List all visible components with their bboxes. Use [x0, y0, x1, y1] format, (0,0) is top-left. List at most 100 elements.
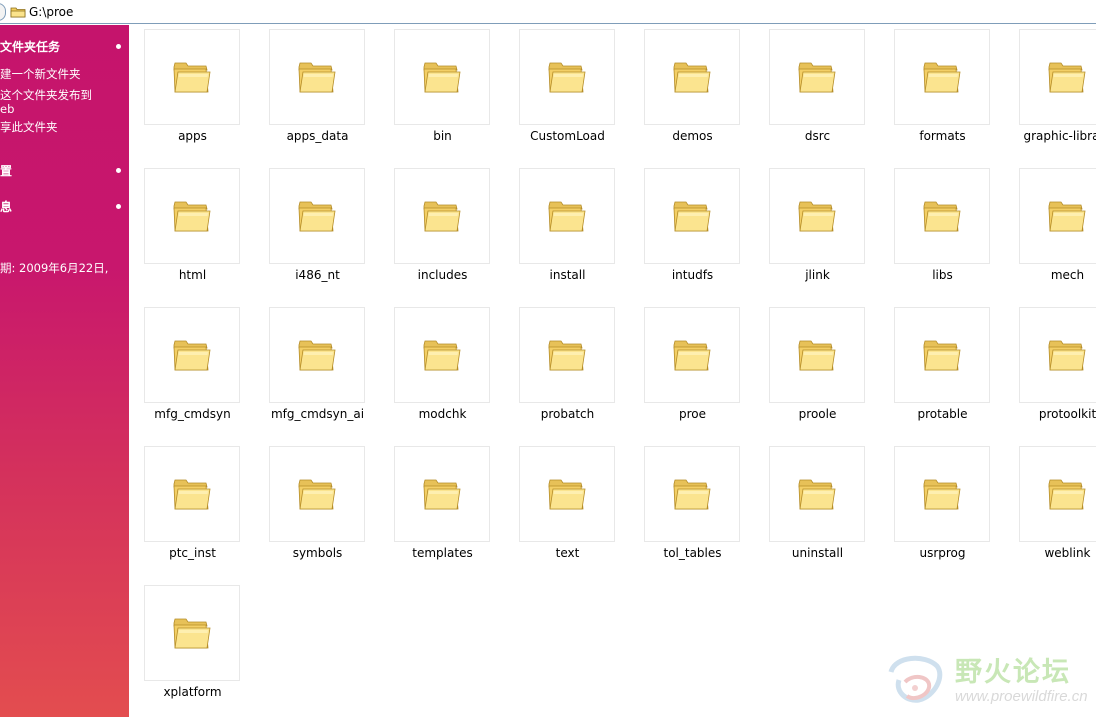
- folder-item[interactable]: text: [505, 442, 630, 572]
- folder-thumbnail[interactable]: [269, 29, 365, 125]
- folder-label: graphic-library: [1023, 129, 1096, 143]
- folder-item[interactable]: CustomLoad: [505, 25, 630, 155]
- folder-label: proole: [798, 407, 837, 421]
- folder-thumbnail[interactable]: [894, 446, 990, 542]
- folder-thumbnail[interactable]: [394, 29, 490, 125]
- folder-label: mech: [1050, 268, 1085, 282]
- folder-thumbnail[interactable]: [894, 168, 990, 264]
- collapse-icon[interactable]: [116, 44, 121, 49]
- folder-thumbnail[interactable]: [394, 168, 490, 264]
- folder-thumbnail[interactable]: [644, 29, 740, 125]
- folder-thumbnail[interactable]: [644, 168, 740, 264]
- folder-thumbnail[interactable]: [769, 446, 865, 542]
- folder-item[interactable]: protable: [880, 303, 1005, 433]
- folder-item[interactable]: proe: [630, 303, 755, 433]
- folder-icon: [923, 340, 961, 371]
- folder-item[interactable]: jlink: [755, 164, 880, 294]
- folder-thumbnail[interactable]: [144, 29, 240, 125]
- folder-label: probatch: [540, 407, 595, 421]
- folder-item[interactable]: html: [130, 164, 255, 294]
- watermark-url: www.proewildfire.cn: [955, 688, 1088, 705]
- folder-icon: [673, 340, 711, 371]
- folder-thumbnail[interactable]: [894, 307, 990, 403]
- folder-item[interactable]: apps_data: [255, 25, 380, 155]
- folder-item[interactable]: bin: [380, 25, 505, 155]
- folder-item[interactable]: symbols: [255, 442, 380, 572]
- expand-icon[interactable]: [116, 168, 121, 173]
- other-places-header[interactable]: 置: [0, 163, 12, 179]
- folder-icon: [673, 62, 711, 93]
- expand-icon[interactable]: [116, 204, 121, 209]
- folder-item[interactable]: i486_nt: [255, 164, 380, 294]
- folder-item[interactable]: xplatform: [130, 581, 255, 711]
- folder-item[interactable]: weblink: [1005, 442, 1096, 572]
- task-share-folder[interactable]: 享此文件夹: [0, 120, 58, 134]
- task-pane: 文件夹任务 建一个新文件夹 这个文件夹发布到 eb 享此文件夹 置 息 期: 2…: [0, 25, 129, 717]
- folder-item[interactable]: includes: [380, 164, 505, 294]
- folder-item[interactable]: mfg_cmdsyn: [130, 303, 255, 433]
- folder-label: tol_tables: [663, 546, 722, 560]
- folder-label: bin: [433, 129, 452, 143]
- folder-label: xplatform: [163, 685, 222, 699]
- folder-item[interactable]: probatch: [505, 303, 630, 433]
- folder-item[interactable]: mech: [1005, 164, 1096, 294]
- folder-item[interactable]: install: [505, 164, 630, 294]
- folder-thumbnail[interactable]: [394, 307, 490, 403]
- folder-thumbnail[interactable]: [269, 446, 365, 542]
- folder-item[interactable]: tol_tables: [630, 442, 755, 572]
- folder-icon: [298, 62, 336, 93]
- folder-item[interactable]: usrprog: [880, 442, 1005, 572]
- folder-thumbnail[interactable]: [769, 168, 865, 264]
- folder-item[interactable]: apps: [130, 25, 255, 155]
- folder-item[interactable]: intudfs: [630, 164, 755, 294]
- folder-thumbnail[interactable]: [1019, 168, 1096, 264]
- folder-item[interactable]: templates: [380, 442, 505, 572]
- details-header[interactable]: 息: [0, 199, 12, 215]
- folder-label: CustomLoad: [530, 129, 605, 143]
- file-tasks-header[interactable]: 文件夹任务: [0, 39, 60, 55]
- back-button[interactable]: [0, 3, 6, 21]
- folder-thumbnail[interactable]: [644, 307, 740, 403]
- folder-thumbnail[interactable]: [1019, 307, 1096, 403]
- folder-item[interactable]: libs: [880, 164, 1005, 294]
- folder-thumbnail[interactable]: [1019, 29, 1096, 125]
- folder-item[interactable]: dsrc: [755, 25, 880, 155]
- folder-thumbnail[interactable]: [1019, 446, 1096, 542]
- address-path[interactable]: G:\proe: [29, 5, 73, 19]
- folder-thumbnail[interactable]: [144, 585, 240, 681]
- folder-thumbnail[interactable]: [519, 446, 615, 542]
- folder-thumbnail[interactable]: [894, 29, 990, 125]
- folder-item[interactable]: modchk: [380, 303, 505, 433]
- folder-icon: [548, 62, 586, 93]
- folder-item[interactable]: ptc_inst: [130, 442, 255, 572]
- folder-thumbnail[interactable]: [519, 307, 615, 403]
- folder-item[interactable]: protoolkit: [1005, 303, 1096, 433]
- folder-item[interactable]: uninstall: [755, 442, 880, 572]
- folder-icon: [923, 62, 961, 93]
- folder-thumbnail[interactable]: [394, 446, 490, 542]
- task-new-folder[interactable]: 建一个新文件夹: [0, 67, 81, 81]
- task-publish-web-cont[interactable]: eb: [0, 102, 14, 116]
- folder-thumbnail[interactable]: [519, 168, 615, 264]
- task-publish-web[interactable]: 这个文件夹发布到: [0, 88, 92, 102]
- folder-item[interactable]: mfg_cmdsyn_ai: [255, 303, 380, 433]
- address-bar[interactable]: G:\proe: [0, 0, 1096, 24]
- folder-thumbnail[interactable]: [644, 446, 740, 542]
- folder-thumbnail[interactable]: [519, 29, 615, 125]
- folder-item[interactable]: graphic-library: [1005, 25, 1096, 155]
- folder-thumbnail[interactable]: [144, 168, 240, 264]
- folder-icon: [798, 479, 836, 510]
- folder-label: html: [178, 268, 207, 282]
- folder-thumbnail[interactable]: [269, 307, 365, 403]
- folder-thumbnail[interactable]: [269, 168, 365, 264]
- folder-view[interactable]: apps apps_data bin CustomLoad demos dsrc forma…: [130, 25, 1096, 717]
- folder-item[interactable]: demos: [630, 25, 755, 155]
- folder-thumbnail[interactable]: [144, 446, 240, 542]
- folder-icon: [1048, 479, 1086, 510]
- folder-thumbnail[interactable]: [769, 29, 865, 125]
- folder-item[interactable]: proole: [755, 303, 880, 433]
- folder-item[interactable]: formats: [880, 25, 1005, 155]
- folder-thumbnail[interactable]: [144, 307, 240, 403]
- folder-thumbnail[interactable]: [769, 307, 865, 403]
- watermark-title: 野火论坛: [955, 657, 1071, 688]
